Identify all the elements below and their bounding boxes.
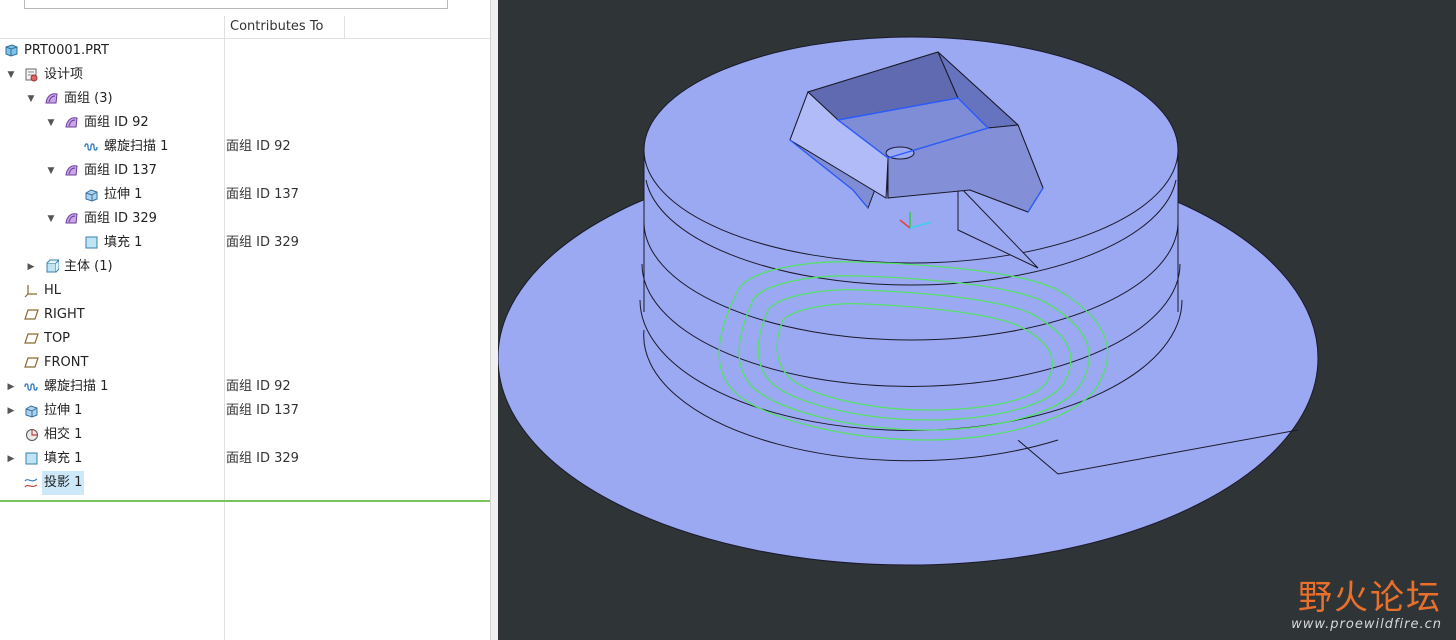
contributes-to-column-header[interactable]: Contributes To [230, 19, 324, 34]
intersect-icon [26, 429, 38, 441]
tree-row-extrude-feature[interactable]: ▶ 拉伸 1 面组 ID 137 [0, 399, 490, 423]
expand-arrow-icon[interactable]: ▶ [6, 375, 16, 399]
fill-icon [25, 452, 38, 465]
expand-arrow-icon[interactable]: ▼ [46, 159, 56, 183]
quilt-icon [65, 117, 78, 128]
extrude-icon [85, 189, 98, 202]
tree-item-label: 拉伸 1 [44, 403, 83, 418]
expand-arrow-icon[interactable]: ▶ [26, 255, 36, 279]
expand-arrow-icon[interactable]: ▼ [46, 207, 56, 231]
tree-row-quilt-137[interactable]: ▼ 面组 ID 137 [0, 159, 490, 183]
tree-row-datum-right[interactable]: RIGHT [0, 303, 490, 327]
datum-plane-icon [24, 309, 39, 320]
graphics-viewport[interactable]: 野火论坛 www.proewildfire.cn [498, 0, 1456, 640]
body-icon [46, 259, 59, 273]
tree-item-label: 填充 1 [44, 451, 83, 466]
tree-item-label: 面组 ID 137 [84, 163, 157, 178]
tree-item-label: 面组 (3) [64, 91, 113, 106]
tree-row-extrude[interactable]: 拉伸 1 面组 ID 137 [0, 183, 490, 207]
helical-sweep-icon [84, 143, 98, 151]
tree-item-label: 投影 1 [42, 471, 85, 495]
contributes-to-value: 面组 ID 92 [226, 379, 291, 394]
forum-watermark: 野火论坛 www.proewildfire.cn [1291, 579, 1442, 632]
contributes-to-value: 面组 ID 329 [226, 451, 299, 466]
tree-row-fill[interactable]: 填充 1 面组 ID 329 [0, 231, 490, 255]
tree-item-label: RIGHT [44, 307, 85, 322]
model-render [498, 36, 1319, 566]
contributes-to-value: 面组 ID 329 [226, 235, 299, 250]
tree-item-label: 面组 ID 92 [84, 115, 149, 130]
tree-row-datum-top[interactable]: TOP [0, 327, 490, 351]
fill-icon [85, 236, 98, 249]
expand-arrow-icon[interactable]: ▶ [6, 399, 16, 423]
tree-item-label: 填充 1 [104, 235, 143, 250]
quilt-icon [65, 165, 78, 176]
tree-item-label: 面组 ID 329 [84, 211, 157, 226]
expand-arrow-icon[interactable]: ▼ [46, 111, 56, 135]
tree-row-datum-front[interactable]: FRONT [0, 351, 490, 375]
quilt-icon [65, 213, 78, 224]
extrude-icon [25, 405, 38, 418]
tree-row-projection[interactable]: 投影 1 [0, 471, 490, 495]
part-icon [5, 44, 18, 57]
watermark-logo-text: 野火论坛 [1298, 578, 1442, 618]
tree-row-quilts[interactable]: ▼ 面组 (3) [0, 87, 490, 111]
datum-plane-icon [24, 333, 39, 344]
expand-arrow-icon[interactable]: ▼ [6, 63, 16, 87]
column-divider[interactable] [344, 16, 345, 38]
tree-item-label: 螺旋扫描 1 [44, 379, 109, 394]
quilt-icon [45, 93, 58, 104]
tree-item-label: 螺旋扫描 1 [104, 139, 169, 154]
tree-item-label: TOP [44, 331, 71, 346]
insert-here-marker[interactable] [0, 500, 490, 502]
watermark-url: www.proewildfire.cn [1291, 617, 1442, 632]
tree-item-label: 相交 1 [44, 427, 83, 442]
tree-item-label: 主体 (1) [64, 259, 113, 274]
tree-row-design-items[interactable]: ▼ 设计项 [0, 63, 490, 87]
tree-row-helical-sweep-feature[interactable]: ▶ 螺旋扫描 1 面组 ID 92 [0, 375, 490, 399]
helical-sweep-icon [24, 383, 38, 391]
tree-row-fill-feature[interactable]: ▶ 填充 1 面组 ID 329 [0, 447, 490, 471]
contributes-to-value: 面组 ID 92 [226, 139, 291, 154]
contributes-to-value: 面组 ID 137 [226, 403, 299, 418]
projection-icon [24, 478, 38, 488]
tree-row-helical-sweep[interactable]: 螺旋扫描 1 面组 ID 92 [0, 135, 490, 159]
design-items-icon [25, 68, 38, 82]
expand-arrow-icon[interactable]: ▶ [6, 447, 16, 471]
tree-row-quilt-92[interactable]: ▼ 面组 ID 92 [0, 111, 490, 135]
tree-item-label: 设计项 [44, 67, 84, 82]
contributes-to-value: 面组 ID 137 [226, 187, 299, 202]
tree-item-label: HL [44, 283, 62, 298]
tree-item-label: FRONT [44, 355, 89, 370]
tree-row-intersect[interactable]: 相交 1 [0, 423, 490, 447]
tree-search-input[interactable] [24, 0, 448, 9]
tree-row-quilt-329[interactable]: ▼ 面组 ID 329 [0, 207, 490, 231]
tree-row-part[interactable]: PRT0001.PRT [0, 39, 490, 63]
tree-item-label: PRT0001.PRT [24, 43, 109, 58]
datum-plane-icon [24, 357, 39, 368]
tree-row-bodies[interactable]: ▶ 主体 (1) [0, 255, 490, 279]
tree-row-csys[interactable]: HL [0, 279, 490, 303]
csys-icon [24, 285, 37, 298]
expand-arrow-icon[interactable]: ▼ [26, 87, 36, 111]
tree-item-label: 拉伸 1 [104, 187, 143, 202]
model-tree-panel: Contributes To PRT0001.PRT ▼ 设计项 ▼ 面组 (3… [0, 0, 490, 640]
